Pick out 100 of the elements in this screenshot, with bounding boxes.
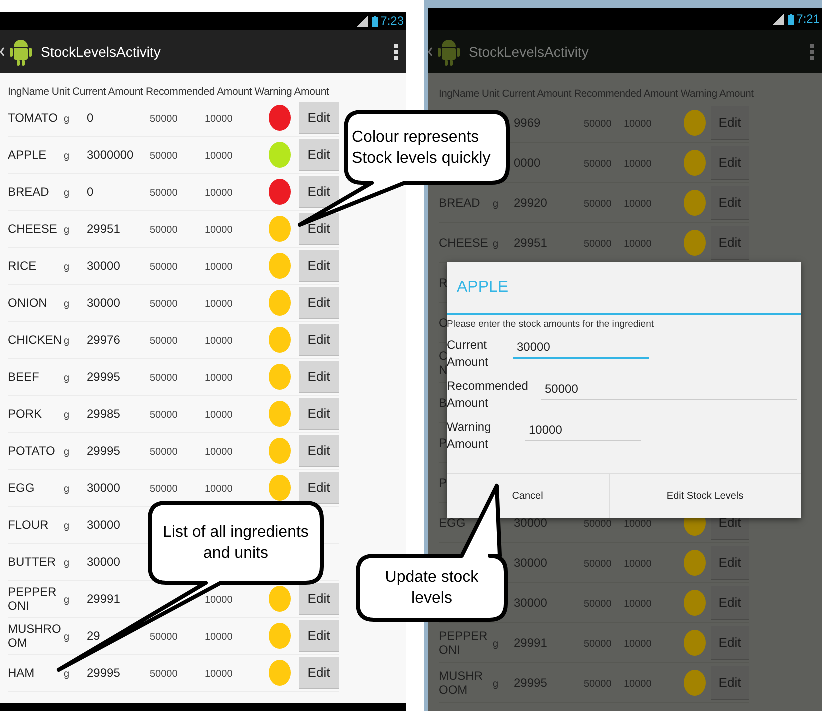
- edit-button[interactable]: Edit: [299, 102, 339, 134]
- recommended-amount: 50000: [150, 225, 178, 236]
- unit-text: g: [63, 336, 70, 347]
- recommended-amount: 50000: [584, 558, 612, 570]
- dialog-button[interactable]: Cancel: [447, 474, 609, 518]
- unit-text: g: [63, 299, 70, 310]
- ingredient-name: BREAD: [8, 185, 50, 199]
- edit-button[interactable]: Edit: [299, 398, 339, 430]
- warning-amount: 10000: [624, 118, 652, 130]
- warning-amount: 10000: [205, 336, 233, 347]
- callout-text: Colour represents Stock levels quickly: [352, 128, 492, 168]
- edit-button[interactable]: Edit: [299, 361, 339, 393]
- ingredient-name: BEEF: [8, 370, 40, 384]
- amount-field[interactable]: 30000: [513, 337, 649, 359]
- ingredient-name: BUTTER: [8, 555, 57, 569]
- amount-field[interactable]: 50000: [541, 378, 797, 400]
- recommended-amount: 50000: [584, 518, 612, 530]
- unit-text: g: [492, 238, 499, 250]
- current-amount: 0: [87, 185, 94, 199]
- edit-button[interactable]: Edit: [299, 435, 339, 467]
- current-amount: 30000: [514, 516, 548, 530]
- edit-button[interactable]: Edit: [299, 472, 339, 504]
- current-amount: 29951: [87, 222, 120, 236]
- unit-text: g: [63, 632, 70, 643]
- warning-amount: 10000: [205, 373, 233, 384]
- edit-button[interactable]: Edit: [299, 620, 339, 652]
- warning-amount: 10000: [624, 678, 652, 690]
- ingredient-name: CHEESE: [8, 222, 58, 236]
- unit-text: g: [63, 669, 70, 680]
- edit-button[interactable]: Edit: [299, 250, 339, 282]
- ingredient-name: RICE: [8, 259, 38, 273]
- ingredient-name: PORK: [8, 407, 44, 421]
- warning-amount: 10000: [624, 158, 652, 170]
- warning-amount: 10000: [624, 598, 652, 610]
- warning-amount: 10000: [624, 558, 652, 570]
- recommended-amount: 50000: [584, 118, 612, 130]
- current-amount: 29: [87, 629, 100, 643]
- edit-button[interactable]: Edit: [299, 287, 339, 319]
- current-amount: 29995: [87, 444, 120, 458]
- warning-amount: 10000: [205, 262, 233, 273]
- dialog-message: Please enter the stock amounts for the ingredient: [447, 319, 656, 330]
- recommended-amount: 50000: [150, 410, 178, 421]
- warning-amount: 10000: [205, 632, 233, 643]
- warning-amount: 10000: [624, 238, 652, 250]
- recommended-amount: 50000: [150, 188, 178, 199]
- unit-text: g: [63, 447, 70, 458]
- ingredient-name: MUSHROOM: [8, 622, 62, 650]
- field-label: Warning Amount: [447, 419, 492, 453]
- warning-amount: 10000: [624, 518, 652, 530]
- current-amount: 30000: [87, 296, 120, 310]
- ingredient-name: R: [439, 276, 448, 290]
- dialog-title: APPLE: [457, 278, 509, 296]
- ingredient-name: FLOUR: [8, 518, 50, 532]
- ingredient-name: BREAD: [439, 196, 482, 210]
- recommended-amount: 50000: [150, 447, 178, 458]
- current-amount: 30000: [87, 555, 120, 569]
- callout-text: List of all ingredients and units: [162, 523, 310, 564]
- warning-amount: 10000: [205, 151, 233, 162]
- unit-text: g: [63, 521, 70, 532]
- unit-text: g: [63, 595, 70, 606]
- ingredient-name: P: [439, 436, 448, 450]
- edit-button[interactable]: Edit: [299, 176, 339, 208]
- warning-amount: 10000: [205, 299, 233, 310]
- current-amount: 29991: [87, 592, 120, 606]
- current-amount: 29995: [514, 676, 548, 690]
- current-amount: 29951: [514, 236, 548, 250]
- current-amount: 9969: [514, 116, 541, 130]
- current-amount: 30000: [514, 556, 548, 570]
- ingredient-name: EGG: [8, 481, 36, 495]
- recommended-amount: 50000: [584, 638, 612, 650]
- recommended-amount: 50000: [150, 151, 178, 162]
- edit-button[interactable]: Edit: [299, 324, 339, 356]
- current-amount: 0000: [514, 156, 541, 170]
- app-title: StockLevelsActivity: [469, 44, 590, 60]
- amount-field[interactable]: 10000: [525, 419, 641, 441]
- current-amount: 3000000: [87, 148, 134, 162]
- ingredient-name: POTATO: [8, 444, 56, 458]
- current-amount: 29995: [87, 370, 120, 384]
- warning-amount: 10000: [205, 114, 233, 125]
- warning-amount: 10000: [624, 198, 652, 210]
- ingredient-name: TOMATO: [8, 111, 60, 125]
- warning-amount: 10000: [205, 447, 233, 458]
- recommended-amount: 50000: [150, 336, 178, 347]
- app-title: StockLevelsActivity: [41, 44, 162, 60]
- edit-button[interactable]: Edit: [299, 657, 339, 689]
- unit-text: g: [492, 678, 499, 690]
- ingredient-name: PEPPERONI: [8, 585, 58, 613]
- current-amount: 0: [87, 111, 94, 125]
- recommended-amount: 50000: [584, 598, 612, 610]
- dialog-button[interactable]: Edit Stock Levels: [608, 474, 801, 518]
- ingredient-name: CHICKEN: [8, 333, 62, 347]
- recommended-amount: 50000: [584, 198, 612, 210]
- unit-text: g: [63, 484, 70, 495]
- ingredient-name: PEPPERONI: [439, 628, 489, 656]
- edit-button[interactable]: Edit: [299, 139, 339, 171]
- edit-button[interactable]: Edit: [299, 583, 339, 615]
- recommended-amount: 50000: [150, 669, 178, 680]
- current-amount: 30000: [87, 481, 120, 495]
- current-amount: 29991: [514, 636, 548, 650]
- recommended-amount: 50000: [584, 678, 612, 690]
